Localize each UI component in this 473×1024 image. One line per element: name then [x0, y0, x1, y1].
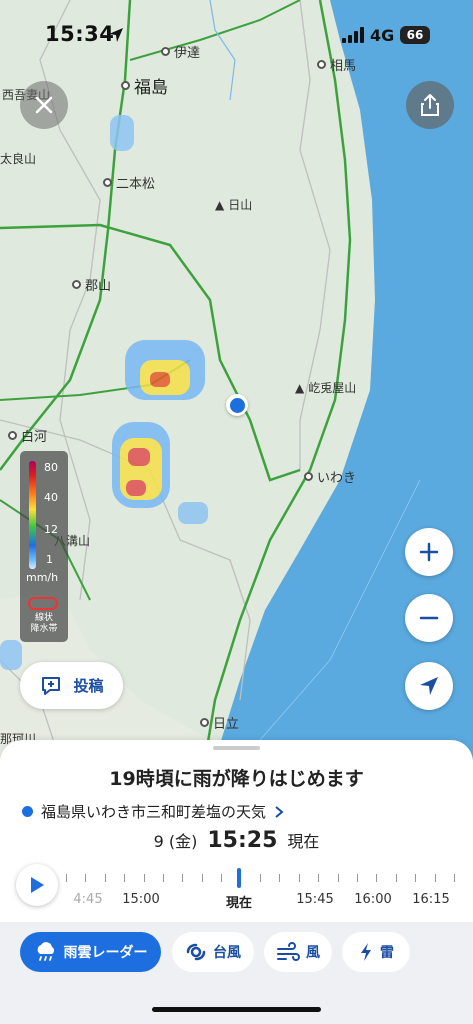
mountain-hiyama: ▲ 日山: [215, 197, 253, 213]
bottom-tab-bar: 雨雲レーダー 台風 風 雷: [0, 922, 473, 1024]
status-bar: 15:34 4G 66: [0, 0, 473, 70]
wind-icon: [277, 942, 300, 961]
city-hitachi: 日立: [200, 713, 239, 732]
current-location-button[interactable]: [405, 662, 453, 710]
timeline-label: 4:45: [73, 892, 103, 907]
legend-color-bar: [29, 461, 36, 569]
legend-value-40: 40: [44, 491, 58, 504]
battery-indicator: 66: [400, 26, 430, 44]
weather-map[interactable]: 伊達 相馬 福島 西吾妻山 太良山 二本松 ▲日山 郡山 ▲屹兎屋山 白河 いわ…: [0, 0, 473, 760]
rain-cloud-icon: [37, 942, 54, 961]
legend-value-1: 1: [46, 553, 53, 566]
timeline-label: 16:00: [354, 892, 392, 907]
zoom-in-button[interactable]: [405, 528, 453, 576]
network-type: 4G: [370, 26, 395, 45]
legend-band-label: 線状 降水帯: [30, 613, 58, 634]
timeline-tick: [318, 874, 320, 882]
post-button[interactable]: 投稿: [20, 662, 123, 709]
current-date: 9 (金): [153, 832, 198, 851]
location-arrow-icon: [109, 28, 123, 42]
post-icon: [42, 676, 61, 695]
timeline-tick: [298, 874, 300, 882]
mountain-tarayama: 太良山: [0, 152, 37, 166]
current-location-marker: [226, 394, 248, 416]
tab-label: 雨雲レーダー: [63, 945, 148, 961]
status-time: 15:34: [45, 22, 115, 46]
share-icon: [421, 94, 439, 116]
signal-icon: [342, 27, 364, 43]
timeline-tick: [143, 874, 145, 882]
legend-value-12: 12: [44, 523, 58, 536]
timeline-tick: [376, 874, 378, 882]
timeline-label: 15:45: [296, 892, 334, 907]
tab-wind[interactable]: 風: [264, 932, 332, 972]
timeline-label: 16:15: [412, 892, 450, 907]
timeline-tick: [85, 874, 87, 882]
plus-icon: [419, 542, 439, 562]
line-band-icon: [28, 597, 58, 610]
timeline-tick: [201, 874, 203, 882]
share-button[interactable]: [406, 81, 454, 129]
rain-forecast-headline: 19時頃に雨が降りはじめます: [109, 768, 364, 790]
time-slider-handle[interactable]: [237, 868, 241, 888]
legend-value-80: 80: [44, 461, 58, 474]
timeline-label: 15:00: [122, 892, 160, 907]
city-shirakawa: 白河: [8, 426, 47, 445]
map-background: [0, 0, 473, 760]
timeline-tick: [395, 874, 397, 882]
timeline-tick: [279, 874, 281, 882]
precipitation-legend: 80 40 12 1 mm/h 線状 降水帯: [20, 451, 68, 642]
timeline-tick: [66, 874, 67, 882]
minus-icon: [419, 616, 439, 620]
timeline-tick: [357, 874, 358, 882]
legend-unit: mm/h: [26, 571, 59, 584]
timeline-tick: [454, 874, 455, 882]
close-button[interactable]: [20, 81, 68, 129]
play-icon: [31, 877, 44, 893]
timeline-tick: [163, 874, 164, 882]
tab-label: 雷: [380, 945, 394, 961]
tab-typhoon[interactable]: 台風: [172, 932, 254, 972]
time-slider[interactable]: 4:45 15:00 現在 15:45 16:00 16:15: [62, 864, 473, 914]
zoom-out-button[interactable]: [405, 594, 453, 642]
current-label: 現在: [287, 832, 320, 851]
chevron-right-icon: [275, 805, 284, 818]
post-button-label: 投稿: [73, 677, 104, 695]
timeline-tick: [434, 874, 436, 882]
current-time: 15:25: [207, 828, 278, 853]
city-fukushima: 福島: [121, 73, 168, 98]
timeline-tick: [124, 874, 126, 882]
sheet-grabber[interactable]: [213, 746, 260, 750]
typhoon-icon: [186, 943, 206, 961]
tab-rain-radar[interactable]: 雨雲レーダー: [20, 932, 161, 972]
timeline-tick: [221, 874, 223, 882]
tab-label: 風: [306, 945, 320, 961]
timeline-tick: [182, 874, 184, 882]
tab-lightning[interactable]: 雷: [342, 932, 410, 972]
current-time-row: 9 (金) 15:25 現在: [0, 828, 473, 853]
city-nihonmatsu: 二本松: [103, 173, 155, 192]
home-indicator: [152, 1007, 321, 1012]
location-label: 福島県いわき市三和町差塩の天気: [41, 803, 267, 821]
timeline-tick: [260, 874, 261, 882]
timeline-tick: [337, 874, 339, 882]
close-icon: [35, 96, 53, 114]
navigation-arrow-icon: [420, 677, 438, 695]
city-koriyama: 郡山: [72, 275, 111, 294]
timeline-tick: [104, 874, 106, 882]
city-iwaki: いわき: [304, 467, 356, 486]
tab-label: 台風: [213, 945, 241, 961]
mountain-kittoyasan: ▲ 屹兎屋山: [295, 380, 357, 396]
location-row[interactable]: 福島県いわき市三和町差塩の天気: [22, 801, 284, 822]
lightning-icon: [361, 943, 371, 961]
timeline-tick: [415, 874, 417, 882]
location-dot-icon: [22, 806, 33, 817]
play-button[interactable]: [16, 864, 58, 906]
timeline-label-selected: 現在: [225, 896, 253, 911]
